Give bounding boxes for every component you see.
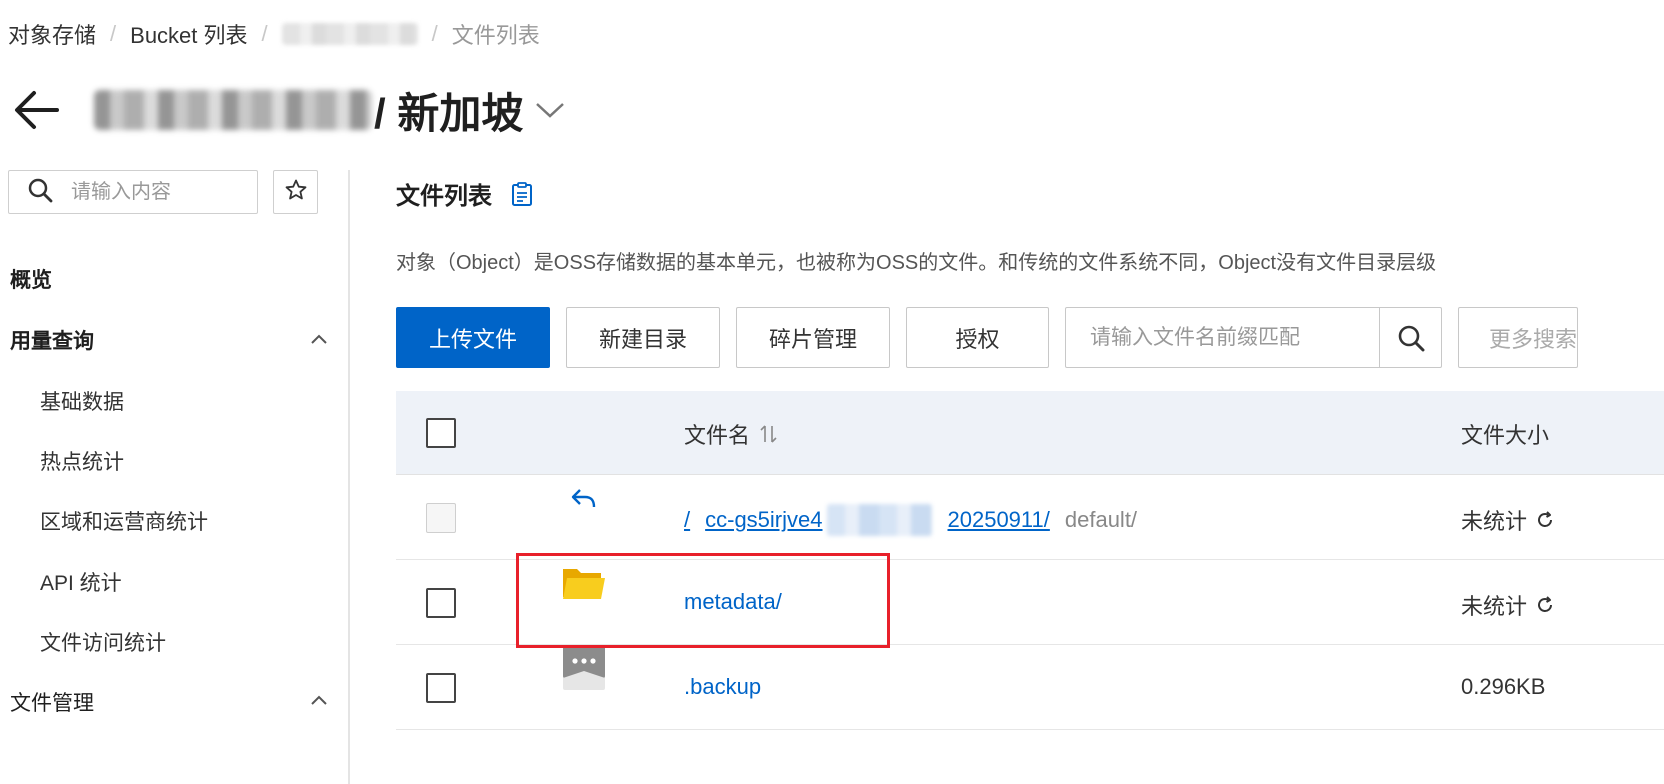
authorize-button[interactable]: 授权: [906, 307, 1049, 368]
breadcrumb-file-list: 文件列表: [451, 23, 540, 48]
folder-icon: [561, 560, 607, 606]
row-size: 未统计: [1461, 504, 1555, 536]
bucket-name-redacted: [94, 90, 372, 130]
breadcrumb: 对象存储 / Bucket 列表 / / 文件列表: [8, 18, 540, 50]
page-title: / 新加坡: [374, 89, 524, 137]
column-header-filesize-label: 文件大小: [1461, 423, 1550, 448]
refresh-icon[interactable]: [1535, 595, 1555, 615]
chevron-down-icon[interactable]: [533, 93, 567, 127]
breadcrumb-object-storage[interactable]: 对象存储: [8, 18, 96, 50]
search-icon: [27, 177, 53, 208]
breadcrumb-separator: /: [110, 21, 117, 46]
table-row[interactable]: metadata/ 未统计: [396, 560, 1664, 645]
section-title: 文件列表: [396, 176, 534, 211]
table-row[interactable]: .backup 0.296KB: [396, 645, 1664, 730]
new-directory-button[interactable]: 新建目录: [566, 307, 720, 368]
row-checkbox[interactable]: [426, 673, 456, 703]
sidebar-item-file-access-stats[interactable]: 文件访问统计: [40, 627, 166, 657]
column-header-filename-label: 文件名: [684, 423, 751, 448]
star-icon: [284, 178, 308, 207]
clipboard-doc-icon[interactable]: [510, 181, 534, 206]
chevron-up-icon[interactable]: [308, 689, 330, 711]
upload-file-button[interactable]: 上传文件: [396, 307, 550, 368]
sidebar-search-input[interactable]: [71, 180, 241, 204]
path-root-link[interactable]: /: [684, 507, 690, 533]
back-arrow-icon[interactable]: [12, 86, 60, 134]
page-header: / 新加坡: [12, 80, 567, 140]
sidebar: 概览 用量查询 基础数据 热点统计 区域和运营商统计 API 统计 文件访问统计…: [0, 170, 350, 784]
breadcrumb-separator: /: [261, 21, 268, 46]
row-filename-text[interactable]: metadata/: [684, 589, 782, 615]
sidebar-item-api-stats[interactable]: API 统计: [40, 567, 122, 597]
file-prefix-search-input[interactable]: [1066, 308, 1379, 367]
sidebar-item-region-carrier-stats[interactable]: 区域和运营商统计: [40, 506, 208, 536]
row-size-text: 0.296KB: [1461, 674, 1546, 699]
return-arrow-icon[interactable]: [561, 475, 607, 521]
row-checkbox[interactable]: [426, 588, 456, 618]
row-filename-link[interactable]: .backup: [684, 674, 761, 700]
more-search-button[interactable]: 更多搜索: [1458, 307, 1578, 368]
sidebar-item-hotspot-stats[interactable]: 热点统计: [40, 446, 124, 476]
row-size: 0.296KB: [1461, 674, 1545, 700]
path-segment-date-link[interactable]: 20250911/: [948, 507, 1050, 533]
refresh-icon[interactable]: [1535, 510, 1555, 530]
table-row-parent-path: / cc-gs5irjve4 20250911/ default/ 未统计: [396, 475, 1664, 560]
path-current-segment: default/: [1064, 507, 1138, 532]
row-filename-text[interactable]: .backup: [684, 674, 761, 700]
row-checkbox-disabled: [426, 503, 456, 533]
main-content: 文件列表 对象（Object）是OSS存储数据的基本单元，也被称为OSS的文件。…: [396, 170, 1664, 784]
chevron-up-icon[interactable]: [308, 328, 330, 350]
sidebar-item-overview[interactable]: 概览: [10, 264, 52, 294]
sort-icon[interactable]: [758, 423, 780, 445]
path-segment-link[interactable]: cc-gs5irjve4: [705, 507, 822, 533]
file-search-box: [1065, 307, 1442, 368]
description-text: 对象（Object）是OSS存储数据的基本单元，也被称为OSS的文件。和传统的文…: [396, 252, 1437, 274]
fragment-management-button[interactable]: 碎片管理: [736, 307, 890, 368]
file-table: 文件名 文件大小 / cc-gs5irjve4 20250911/ defaul…: [396, 391, 1664, 730]
file-search-button[interactable]: [1379, 308, 1441, 367]
section-title-text: 文件列表: [396, 183, 492, 210]
row-size: 未统计: [1461, 589, 1555, 621]
row-size-text: 未统计: [1461, 509, 1528, 534]
sidebar-search[interactable]: [8, 170, 258, 214]
breadcrumb-bucket-list[interactable]: Bucket 列表: [130, 18, 247, 50]
column-header-filename[interactable]: 文件名: [684, 418, 780, 450]
sidebar-item-basic-data[interactable]: 基础数据: [40, 386, 124, 416]
breadcrumb-separator: /: [431, 21, 438, 46]
sidebar-item-file-management[interactable]: 文件管理: [10, 687, 94, 717]
row-filename-link[interactable]: metadata/: [684, 589, 782, 615]
generic-file-icon: [561, 645, 607, 691]
table-header: 文件名 文件大小: [396, 391, 1664, 475]
path-breadcrumb: / cc-gs5irjve4 20250911/ default/: [684, 504, 1137, 536]
sidebar-item-usage-query[interactable]: 用量查询: [10, 325, 94, 355]
column-header-filesize[interactable]: 文件大小: [1461, 418, 1549, 450]
search-icon: [1398, 325, 1424, 351]
favorite-button[interactable]: [273, 170, 318, 214]
select-all-checkbox[interactable]: [426, 418, 456, 448]
breadcrumb-bucket-name-redacted[interactable]: [281, 23, 418, 45]
file-toolbar: 上传文件 新建目录 碎片管理 授权 更多搜索: [396, 307, 1578, 368]
row-size-text: 未统计: [1461, 594, 1528, 619]
sidebar-divider[interactable]: [348, 170, 350, 784]
path-segment-redacted: [826, 504, 932, 536]
